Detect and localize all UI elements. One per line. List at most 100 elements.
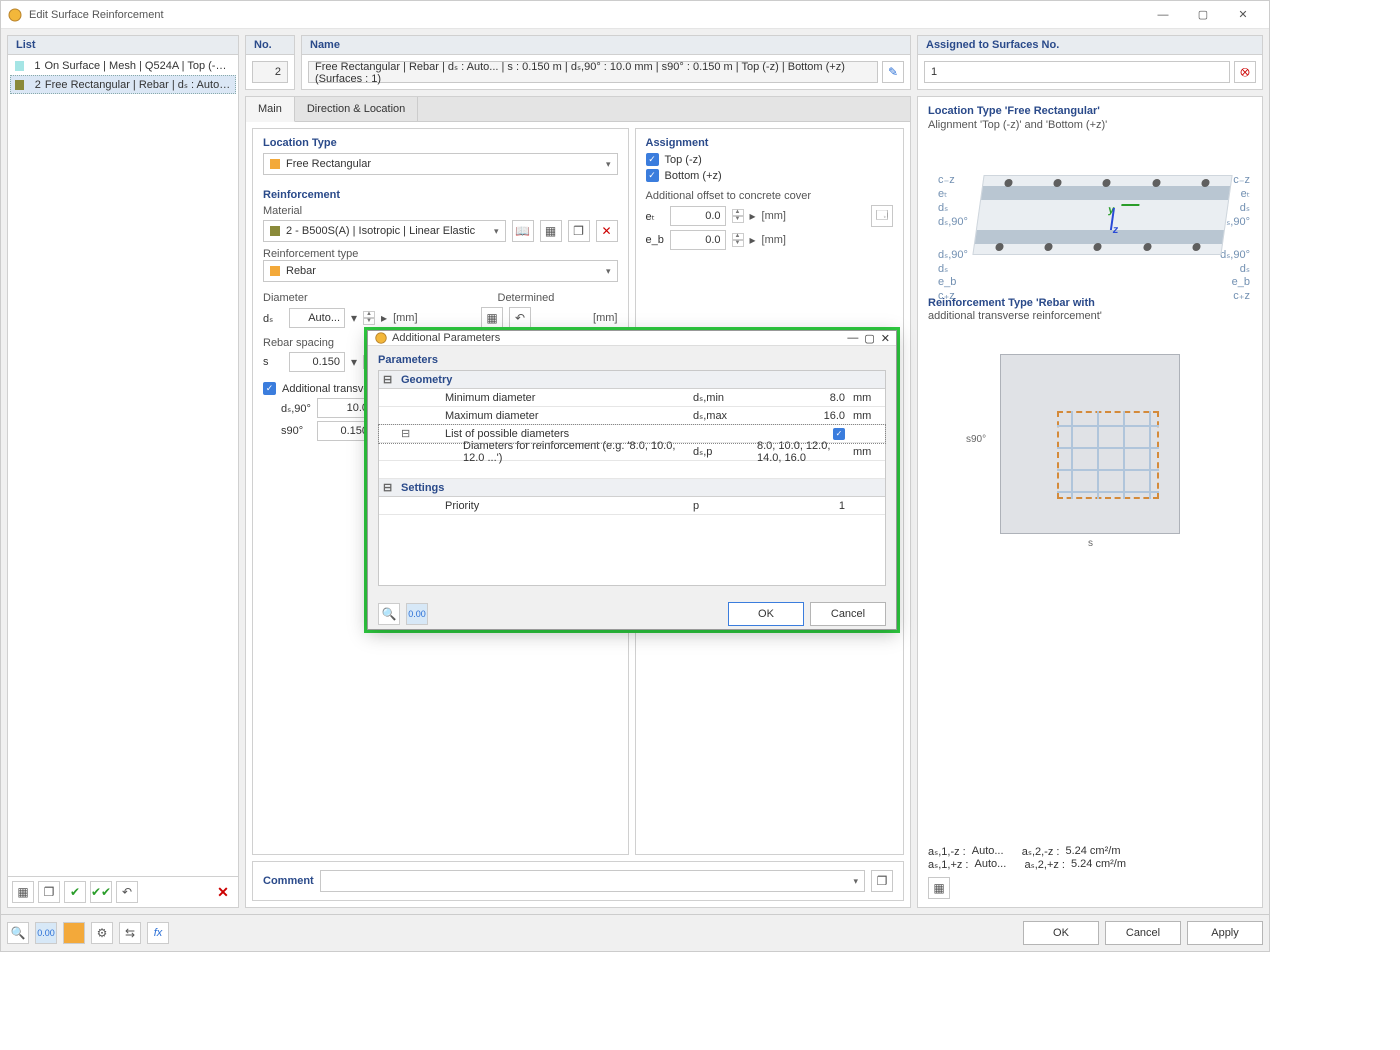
bottom-checkbox[interactable]: ✓	[646, 169, 659, 182]
s-input[interactable]: 0.150	[289, 352, 345, 372]
decimals-button[interactable]: 0.00	[35, 922, 57, 944]
material-library-button[interactable]: 📖	[512, 220, 534, 242]
max-diameter-value[interactable]: 16.0	[753, 407, 849, 425]
material-select[interactable]: 2 - B500S(A) | Isotropic | Linear Elasti…	[263, 220, 506, 242]
collapse-icon[interactable]: ⊟	[383, 373, 393, 386]
list-item-number: 1	[28, 60, 41, 72]
modal-decimals-button[interactable]: 0.00	[406, 603, 428, 625]
name-edit-button[interactable]: ✎	[882, 61, 904, 83]
list-item[interactable]: 2 Free Rectangular | Rebar | dₛ : Auto..…	[10, 75, 236, 94]
results-options-button[interactable]: ▦	[928, 877, 950, 899]
modal-maximize-button[interactable]: ▢	[864, 332, 874, 345]
fx-button[interactable]: fx	[147, 922, 169, 944]
modal-ok-button[interactable]: OK	[728, 602, 804, 626]
plan-sketch: s90° s	[928, 354, 1252, 534]
et-label: eₜ	[646, 210, 664, 223]
ds-input[interactable]: Auto...	[289, 308, 345, 328]
reinforcement-title: Reinforcement	[263, 189, 618, 201]
eb-spinner[interactable]: ▲▼	[732, 233, 744, 247]
ds-label: dₛ	[263, 312, 283, 325]
location-type-select[interactable]: Free Rectangular	[263, 153, 618, 175]
et-spinner[interactable]: ▲▼	[732, 209, 744, 223]
close-button[interactable]: ✕	[1223, 2, 1263, 28]
arrow-right-icon[interactable]: ▸	[750, 209, 756, 223]
location-type-title: Location Type	[263, 137, 618, 149]
modal-close-button[interactable]: ✕	[881, 332, 890, 345]
list-possible-checkbox[interactable]: ✓	[833, 428, 845, 440]
s90-input[interactable]: 0.150	[317, 421, 373, 441]
comment-panel: Comment ❐	[252, 861, 904, 901]
left-toolbar: ▦ ❐ ✔ ✔✔ ↶ ✕	[8, 876, 238, 907]
priority-value[interactable]: 1	[753, 497, 849, 515]
assigned-pick-button[interactable]: ⭙	[1234, 61, 1256, 83]
arrow-right-icon[interactable]: ▸	[381, 311, 387, 325]
material-value: 2 - B500S(A) | Isotropic | Linear Elasti…	[286, 225, 475, 237]
offset-info-button[interactable]: 🗔	[871, 205, 893, 227]
top-checkbox[interactable]: ✓	[646, 153, 659, 166]
comment-input[interactable]	[320, 870, 865, 892]
tab-main[interactable]: Main	[246, 97, 295, 122]
material-new-button[interactable]: ▦	[540, 220, 562, 242]
ds-settings-button[interactable]: ▦	[481, 307, 503, 329]
maximize-button[interactable]: ▢	[1183, 2, 1223, 28]
max-diameter-symbol: dₛ,max	[689, 407, 753, 425]
comment-button[interactable]: ❐	[871, 870, 893, 892]
modal-minimize-button[interactable]: —	[847, 332, 858, 345]
modal-search-button[interactable]: 🔍	[378, 603, 400, 625]
list-item[interactable]: 1 On Surface | Mesh | Q524A | Top (-z) |…	[10, 57, 236, 75]
ds-undo-button[interactable]: ↶	[509, 307, 531, 329]
chevron-down-icon[interactable]: ▾	[351, 355, 357, 369]
et-input[interactable]: 0.0	[670, 206, 726, 226]
minimize-button[interactable]: —	[1143, 2, 1183, 28]
apply-button[interactable]: Apply	[1187, 921, 1263, 945]
material-copy-button[interactable]: ❐	[568, 220, 590, 242]
color-button[interactable]	[63, 922, 85, 944]
preview-title-2: Alignment 'Top (-z)' and 'Bottom (+z)'	[928, 119, 1252, 133]
modal-cancel-button[interactable]: Cancel	[810, 602, 886, 626]
priority-symbol: p	[689, 497, 753, 515]
collapse-icon[interactable]: ⊟	[401, 427, 411, 440]
check-green-button[interactable]: ✔	[64, 881, 86, 903]
cancel-button[interactable]: Cancel	[1105, 921, 1181, 945]
collapse-icon[interactable]: ⊟	[383, 481, 393, 494]
reinf-type-label: Reinforcement type	[263, 248, 618, 260]
preview-title-4: additional transverse reinforcement'	[928, 310, 1252, 324]
location-type-value: Free Rectangular	[286, 158, 371, 170]
result-value: Auto...	[972, 845, 1016, 858]
geometry-header: Geometry	[397, 371, 885, 389]
result-label: aₛ,1,+z :	[928, 858, 969, 871]
name-input[interactable]: Free Rectangular | Rebar | dₛ : Auto... …	[308, 61, 878, 83]
results-block: aₛ,1,-z : Auto... aₛ,2,-z : 5.24 cm²/m a…	[928, 845, 1252, 899]
ds90-input[interactable]: 10.0	[317, 398, 373, 418]
check-dbl-button[interactable]: ✔✔	[90, 881, 112, 903]
tab-direction-location[interactable]: Direction & Location	[295, 97, 418, 121]
delete-button[interactable]: ✕	[212, 881, 234, 903]
bottom-label: Bottom (+z)	[665, 170, 722, 182]
preview-panel: Location Type 'Free Rectangular' Alignme…	[917, 96, 1263, 908]
eb-input[interactable]: 0.0	[670, 230, 726, 250]
priority-label: Priority	[415, 497, 689, 515]
swatch-icon	[270, 226, 280, 236]
search-button[interactable]: 🔍	[7, 922, 29, 944]
assigned-input[interactable]: 1	[924, 61, 1230, 83]
left-list[interactable]: 1 On Surface | Mesh | Q524A | Top (-z) |…	[8, 55, 238, 876]
ds-spinner[interactable]: ▲▼	[363, 311, 375, 325]
tool-a-button[interactable]: ⚙	[91, 922, 113, 944]
reinf-type-select[interactable]: Rebar	[263, 260, 618, 282]
ok-button[interactable]: OK	[1023, 921, 1099, 945]
dsp-value[interactable]: 8.0, 10.0, 12.0, 14.0, 16.0	[753, 443, 849, 461]
undo-button[interactable]: ↶	[116, 881, 138, 903]
min-diameter-value[interactable]: 8.0	[753, 389, 849, 407]
arrow-right-icon[interactable]: ▸	[750, 233, 756, 247]
tool-b-button[interactable]: ⇆	[119, 922, 141, 944]
copy-button[interactable]: ❐	[38, 881, 60, 903]
result-label: aₛ,2,+z :	[1025, 858, 1066, 871]
result-label: aₛ,1,-z :	[928, 845, 966, 858]
no-input[interactable]: 2	[252, 61, 288, 83]
transverse-checkbox[interactable]: ✓	[263, 382, 276, 395]
parameter-grid: ⊟Geometry Minimum diameterdₛ,min8.0mm Ma…	[378, 370, 886, 586]
chevron-down-icon[interactable]: ▾	[351, 311, 357, 325]
new-button[interactable]: ▦	[12, 881, 34, 903]
parameters-title: Parameters	[378, 354, 886, 366]
material-delete-button[interactable]: ✕	[596, 220, 618, 242]
